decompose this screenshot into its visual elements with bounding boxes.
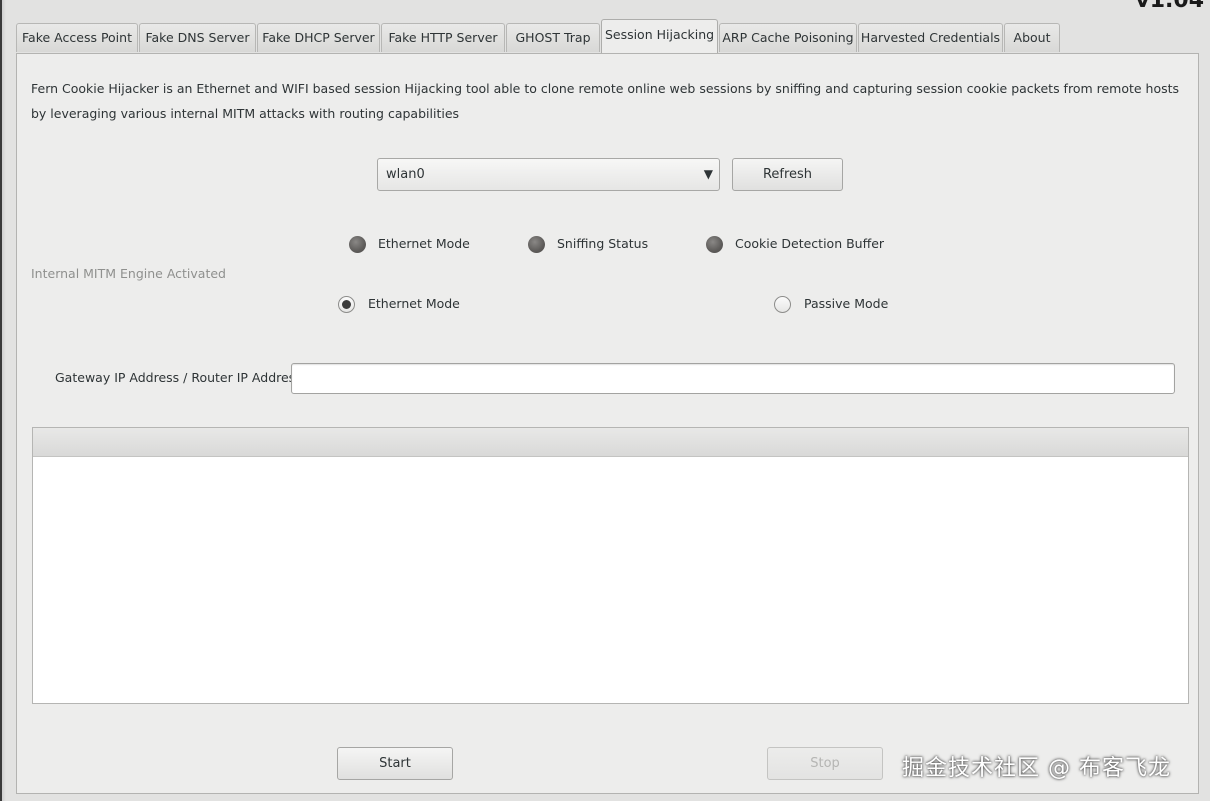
- tab-fake-dns-server[interactable]: Fake DNS Server: [139, 23, 256, 52]
- cookie-buffer-indicator-label: Cookie Detection Buffer: [735, 236, 885, 251]
- tab-ghost-trap[interactable]: GHOST Trap: [506, 23, 600, 52]
- tab-fake-dhcp-server[interactable]: Fake DHCP Server: [257, 23, 380, 52]
- dropdown-arrow-icon: ▼: [703, 167, 713, 181]
- interface-dropdown[interactable]: wlan0 ▼: [377, 158, 720, 191]
- tab-label: Session Hijacking: [604, 27, 715, 42]
- desktop-edge: [0, 0, 6, 801]
- refresh-button[interactable]: Refresh: [732, 158, 843, 191]
- tool-description: Fern Cookie Hijacker is an Ethernet and …: [31, 81, 1180, 121]
- ethernet-mode-indicator-label: Ethernet Mode: [378, 236, 470, 251]
- tab-label: Harvested Credentials: [860, 30, 1001, 45]
- ethernet-mode-radio[interactable]: [338, 296, 355, 313]
- session-list[interactable]: [32, 427, 1189, 704]
- version-label: v1.04: [1135, 0, 1204, 13]
- tab-label: Fake DHCP Server: [262, 30, 375, 45]
- interface-value: wlan0: [386, 167, 425, 182]
- session-hijacking-panel: Fern Cookie Hijacker is an Ethernet and …: [16, 53, 1199, 794]
- ethernet-mode-radio-label[interactable]: Ethernet Mode: [368, 296, 460, 311]
- tab-label: Fake Access Point: [22, 30, 132, 45]
- passive-mode-radio-label[interactable]: Passive Mode: [804, 296, 888, 311]
- tab-label: ARP Cache Poisoning: [722, 30, 854, 45]
- sniffing-status-indicator-icon: [528, 236, 546, 254]
- tab-about[interactable]: About: [1004, 23, 1060, 52]
- cookie-buffer-indicator-icon: [706, 236, 724, 254]
- tab-harvested-credentials[interactable]: Harvested Credentials: [858, 23, 1003, 52]
- tab-label: Fake HTTP Server: [388, 30, 498, 45]
- tab-label: GHOST Trap: [515, 30, 591, 45]
- tab-fake-http-server[interactable]: Fake HTTP Server: [381, 23, 505, 52]
- sniffing-status-indicator-label: Sniffing Status: [557, 236, 649, 251]
- stop-button[interactable]: Stop: [767, 747, 883, 780]
- passive-mode-radio[interactable]: [774, 296, 791, 313]
- gateway-ip-input[interactable]: [291, 363, 1175, 394]
- tab-fake-access-point[interactable]: Fake Access Point: [16, 23, 138, 52]
- start-button[interactable]: Start: [337, 747, 453, 780]
- tab-session-hijacking[interactable]: Session Hijacking: [601, 19, 718, 53]
- watermark-text: 掘金技术社区 @ 布客飞龙: [902, 756, 1171, 781]
- gateway-ip-label: Gateway IP Address / Router IP Address:: [55, 370, 306, 385]
- tab-label: Fake DNS Server: [145, 30, 250, 45]
- tab-label: About: [1013, 30, 1051, 45]
- ethernet-mode-indicator-icon: [349, 236, 367, 254]
- tab-arp-cache-poisoning[interactable]: ARP Cache Poisoning: [719, 23, 857, 52]
- mitm-status-label: Internal MITM Engine Activated: [31, 266, 226, 281]
- session-list-header: [33, 428, 1188, 457]
